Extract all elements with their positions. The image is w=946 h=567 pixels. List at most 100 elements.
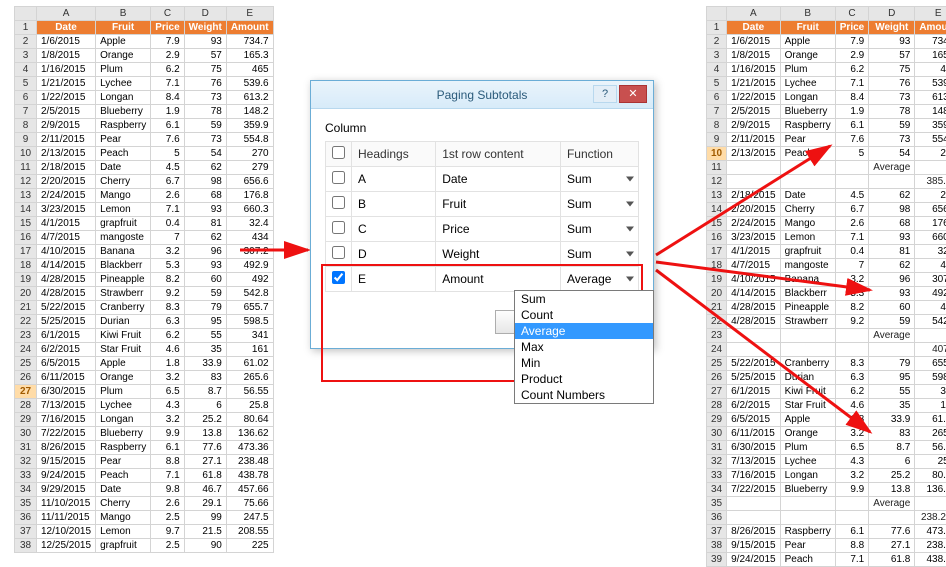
cell-price[interactable]: 7.6 bbox=[151, 133, 184, 147]
row-header[interactable]: 38 bbox=[15, 539, 37, 553]
cell-weight[interactable]: 93 bbox=[184, 203, 226, 217]
row-header[interactable]: 38 bbox=[707, 539, 727, 553]
cell-fruit[interactable]: Cranberry bbox=[780, 357, 835, 371]
cell-price[interactable]: 7.1 bbox=[835, 77, 868, 91]
cell-date[interactable]: 1/22/2015 bbox=[37, 91, 96, 105]
function-cell[interactable]: Average bbox=[560, 267, 638, 292]
cell-amount[interactable]: 598.5 bbox=[915, 371, 946, 385]
col-header[interactable]: E bbox=[915, 7, 946, 21]
col-header[interactable]: C bbox=[151, 7, 184, 21]
cell-weight[interactable]: 8.7 bbox=[184, 385, 226, 399]
row-header[interactable]: 14 bbox=[707, 203, 727, 217]
cell-amount[interactable]: 247.5 bbox=[226, 511, 273, 525]
cell-amount[interactable]: 613.2 bbox=[915, 91, 946, 105]
cell-weight[interactable]: 93 bbox=[869, 287, 915, 301]
row-header[interactable]: 19 bbox=[15, 273, 37, 287]
cell-date[interactable]: 2/13/2015 bbox=[727, 147, 781, 161]
cell-amount[interactable]: 492 bbox=[226, 273, 273, 287]
cell-price[interactable]: 7.1 bbox=[151, 203, 184, 217]
cell-price[interactable]: 7.6 bbox=[835, 133, 868, 147]
cell-fruit[interactable]: grapfruit bbox=[780, 245, 835, 259]
cell-date[interactable]: 7/22/2015 bbox=[727, 483, 781, 497]
cell-date[interactable]: 2/20/2015 bbox=[727, 203, 781, 217]
cell-amount[interactable]: 176.8 bbox=[915, 217, 946, 231]
cell-date[interactable]: 1/8/2015 bbox=[727, 49, 781, 63]
row-header[interactable]: 12 bbox=[707, 175, 727, 189]
cell-fruit[interactable]: Lemon bbox=[780, 231, 835, 245]
cell-price[interactable]: 6.1 bbox=[835, 525, 868, 539]
cell-amount[interactable]: 161 bbox=[915, 399, 946, 413]
cell-weight[interactable]: 75 bbox=[184, 63, 226, 77]
cell-price[interactable]: 6.3 bbox=[151, 315, 184, 329]
cell-amount[interactable]: 434 bbox=[915, 259, 946, 273]
cell-fruit[interactable]: Plum bbox=[96, 63, 151, 77]
row-header[interactable]: 23 bbox=[707, 329, 727, 343]
column-grid[interactable]: Headings 1st row content Function ADateS… bbox=[325, 141, 639, 292]
cell-weight[interactable]: 27.1 bbox=[184, 455, 226, 469]
cell-weight[interactable]: 73 bbox=[869, 133, 915, 147]
row-header[interactable]: 4 bbox=[15, 63, 37, 77]
row-header[interactable]: 15 bbox=[707, 217, 727, 231]
cell-amount[interactable]: 539.6 bbox=[226, 77, 273, 91]
row-header[interactable]: 26 bbox=[15, 371, 37, 385]
cell-weight[interactable]: 6 bbox=[184, 399, 226, 413]
right-spreadsheet[interactable]: ABCDE1DateFruitPriceWeightAmount21/6/201… bbox=[706, 6, 946, 567]
cell-date[interactable]: 6/2/2015 bbox=[37, 343, 96, 357]
row-header[interactable]: 10 bbox=[707, 147, 727, 161]
cell-fruit[interactable]: Lychee bbox=[96, 399, 151, 413]
col-header[interactable]: D bbox=[184, 7, 226, 21]
cell-weight[interactable]: 59 bbox=[184, 119, 226, 133]
cell-weight[interactable]: 13.8 bbox=[869, 483, 915, 497]
cell-amount[interactable]: 148.2 bbox=[226, 105, 273, 119]
cell-date[interactable]: 2/24/2015 bbox=[37, 189, 96, 203]
row-header[interactable]: 28 bbox=[15, 399, 37, 413]
cell-fruit[interactable]: Orange bbox=[780, 427, 835, 441]
cell-amount[interactable]: 613.2 bbox=[226, 91, 273, 105]
column-checkbox[interactable] bbox=[332, 271, 345, 284]
cell-amount[interactable]: 56.55 bbox=[915, 441, 946, 455]
row-header[interactable]: 15 bbox=[15, 217, 37, 231]
cell-date[interactable]: 4/1/2015 bbox=[727, 245, 781, 259]
cell-date[interactable]: 11/10/2015 bbox=[37, 497, 96, 511]
cell-weight[interactable]: 73 bbox=[184, 133, 226, 147]
cell-fruit[interactable]: Durian bbox=[96, 315, 151, 329]
cell-fruit[interactable]: Longan bbox=[96, 413, 151, 427]
row-header[interactable]: 13 bbox=[707, 189, 727, 203]
cell-date[interactable]: 1/8/2015 bbox=[37, 49, 96, 63]
cell-fruit[interactable]: Strawberr bbox=[780, 315, 835, 329]
row-header[interactable]: 23 bbox=[15, 329, 37, 343]
cell-price[interactable]: 6.2 bbox=[151, 63, 184, 77]
cell-weight[interactable]: 57 bbox=[184, 49, 226, 63]
row-header[interactable]: 20 bbox=[707, 287, 727, 301]
cell-amount[interactable]: 457.66 bbox=[226, 483, 273, 497]
cell-date[interactable]: 7/22/2015 bbox=[37, 427, 96, 441]
row-header[interactable]: 34 bbox=[15, 483, 37, 497]
cell-fruit[interactable]: Apple bbox=[780, 35, 835, 49]
cell-weight[interactable]: 96 bbox=[184, 245, 226, 259]
cell-price[interactable]: 6.1 bbox=[151, 441, 184, 455]
cell-date[interactable]: 6/1/2015 bbox=[727, 385, 781, 399]
cell-fruit[interactable]: Blueberry bbox=[780, 483, 835, 497]
cell-date[interactable]: 6/1/2015 bbox=[37, 329, 96, 343]
cell-amount[interactable]: 136.62 bbox=[915, 483, 946, 497]
cell-amount[interactable]: 32.4 bbox=[915, 245, 946, 259]
cell-date[interactable]: 2/18/2015 bbox=[727, 189, 781, 203]
row-header[interactable]: 8 bbox=[15, 119, 37, 133]
cell-fruit[interactable]: Blueberry bbox=[96, 427, 151, 441]
cell-price[interactable]: 9.2 bbox=[835, 315, 868, 329]
cell-weight[interactable]: 78 bbox=[869, 105, 915, 119]
cell-date[interactable]: 1/21/2015 bbox=[37, 77, 96, 91]
col-header[interactable]: D bbox=[869, 7, 915, 21]
cell-weight[interactable]: 79 bbox=[184, 301, 226, 315]
cell-weight[interactable]: 98 bbox=[184, 175, 226, 189]
dropdown-option[interactable]: Average bbox=[515, 323, 653, 339]
left-spreadsheet[interactable]: ABCDE1DateFruitPriceWeightAmount21/6/201… bbox=[14, 6, 274, 553]
cell-amount[interactable]: 660.3 bbox=[226, 203, 273, 217]
cell-fruit[interactable]: Lychee bbox=[780, 77, 835, 91]
help-button[interactable]: ? bbox=[593, 85, 617, 103]
cell-amount[interactable]: 434 bbox=[226, 231, 273, 245]
cell-price[interactable]: 8.8 bbox=[151, 455, 184, 469]
cell-fruit[interactable]: Kiwi Fruit bbox=[780, 385, 835, 399]
cell-date[interactable]: 1/21/2015 bbox=[727, 77, 781, 91]
dropdown-option[interactable]: Max bbox=[515, 339, 653, 355]
